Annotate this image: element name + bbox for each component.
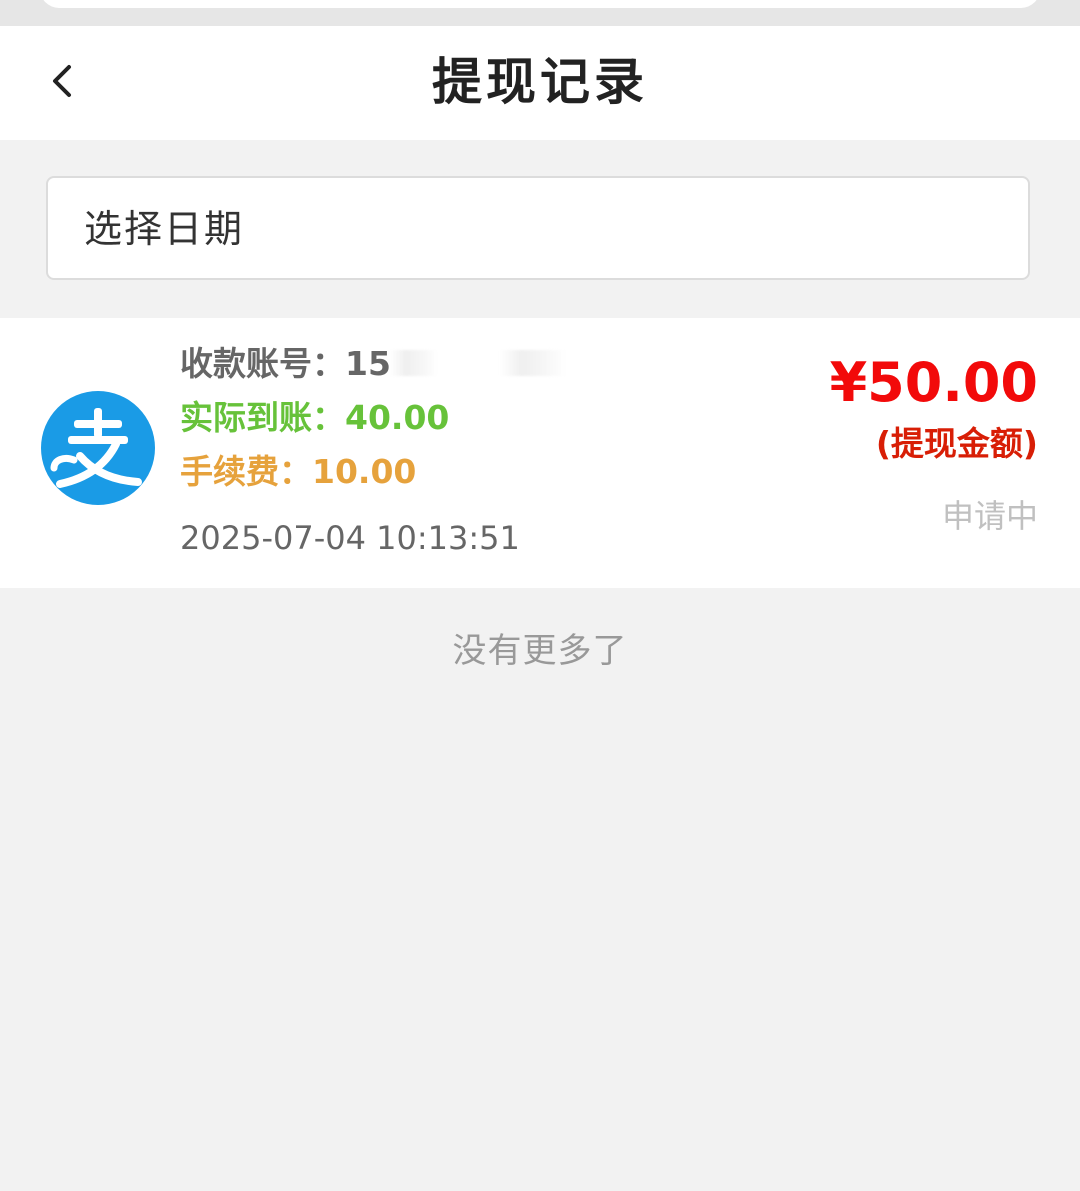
account-label: 收款账号： bbox=[180, 344, 345, 383]
top-pill bbox=[40, 0, 1040, 8]
date-picker[interactable]: 选择日期 bbox=[46, 176, 1030, 280]
account-value: 15 bbox=[345, 344, 391, 383]
account-line: 收款账号：15 bbox=[180, 342, 391, 386]
actual-amount-line: 实际到账：40.00 bbox=[180, 396, 449, 440]
list-end-text: 没有更多了 bbox=[452, 631, 628, 671]
date-picker-placeholder: 选择日期 bbox=[84, 207, 245, 251]
fee-value: 10.00 bbox=[312, 452, 417, 491]
record-time: 2025-07-04 10:13:51 bbox=[180, 519, 520, 557]
withdraw-amount: ¥50.00 bbox=[829, 351, 1038, 414]
alipay-logo-icon bbox=[41, 391, 155, 505]
withdraw-amount-label: (提现金额) bbox=[875, 424, 1038, 463]
page-title: 提现记录 bbox=[432, 53, 648, 111]
privacy-blur bbox=[500, 350, 566, 376]
actual-value: 40.00 bbox=[345, 398, 450, 437]
top-strip bbox=[0, 0, 1080, 26]
fee-line: 手续费：10.00 bbox=[180, 450, 416, 494]
actual-label: 实际到账： bbox=[180, 398, 345, 437]
status-badge: 申请中 bbox=[941, 497, 1038, 535]
fee-label: 手续费： bbox=[180, 452, 312, 491]
nav-header: 提现记录 bbox=[0, 26, 1080, 140]
withdrawal-record[interactable]: 收款账号：15 实际到账：40.00 手续费：10.00 2025-07-04 … bbox=[0, 318, 1080, 588]
privacy-blur bbox=[390, 350, 438, 376]
